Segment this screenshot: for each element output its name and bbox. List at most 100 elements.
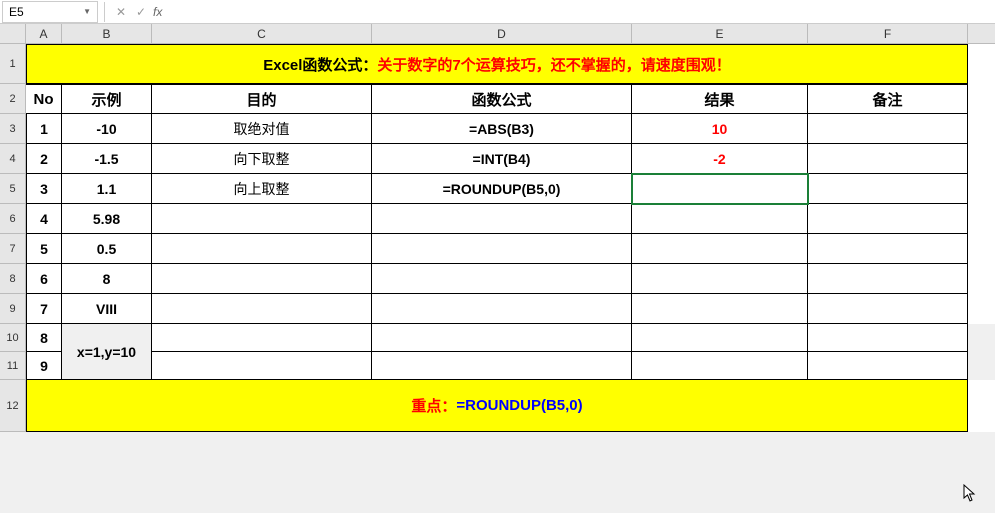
cell-b4[interactable]: -1.5 (62, 144, 152, 174)
cell-d7[interactable] (372, 234, 632, 264)
header-no[interactable]: No (26, 84, 62, 114)
cell-a3[interactable]: 1 (26, 114, 62, 144)
cell-e11[interactable] (632, 352, 808, 380)
row-header-11[interactable]: 11 (0, 352, 26, 380)
cell-f11[interactable] (808, 352, 968, 380)
header-purpose[interactable]: 目的 (152, 84, 372, 114)
cell-e6[interactable] (632, 204, 808, 234)
header-result[interactable]: 结果 (632, 84, 808, 114)
cell-d4[interactable]: =INT(B4) (372, 144, 632, 174)
title-body: 关于数字的7个运算技巧，还不掌握的，请速度围观！ (377, 54, 730, 75)
cell-c9[interactable] (152, 294, 372, 324)
cell-e9[interactable] (632, 294, 808, 324)
cell-d9[interactable] (372, 294, 632, 324)
grid-row: 5 3 1.1 向上取整 =ROUNDUP(B5,0) (0, 174, 995, 204)
cell-c10[interactable] (152, 324, 372, 352)
grid-row: 7 5 0.5 (0, 234, 995, 264)
row-header-12[interactable]: 12 (0, 380, 26, 432)
header-example[interactable]: 示例 (62, 84, 152, 114)
cell-a5[interactable]: 3 (26, 174, 62, 204)
cell-d8[interactable] (372, 264, 632, 294)
grid-row: 12 重点： =ROUNDUP(B5,0) (0, 380, 995, 432)
grid-row: 3 1 -10 取绝对值 =ABS(B3) 10 (0, 114, 995, 144)
cursor-icon (963, 484, 977, 507)
footer-value: =ROUNDUP(B5,0) (456, 397, 582, 414)
cell-e3[interactable]: 10 (632, 114, 808, 144)
cell-f10[interactable] (808, 324, 968, 352)
cell-f4[interactable] (808, 144, 968, 174)
cell-a11[interactable]: 9 (26, 352, 62, 380)
row-header-9[interactable]: 9 (0, 294, 26, 324)
cell-b5[interactable]: 1.1 (62, 174, 152, 204)
footer-label: 重点： (411, 395, 456, 416)
cell-f9[interactable] (808, 294, 968, 324)
cell-d3[interactable]: =ABS(B3) (372, 114, 632, 144)
cell-c4[interactable]: 向下取整 (152, 144, 372, 174)
cell-d5[interactable]: =ROUNDUP(B5,0) (372, 174, 632, 204)
cell-e8[interactable] (632, 264, 808, 294)
cell-e10[interactable] (632, 324, 808, 352)
cell-e7[interactable] (632, 234, 808, 264)
col-header-c[interactable]: C (152, 24, 372, 43)
cell-c5[interactable]: 向上取整 (152, 174, 372, 204)
cell-a6[interactable]: 4 (26, 204, 62, 234)
row-header-6[interactable]: 6 (0, 204, 26, 234)
cell-c8[interactable] (152, 264, 372, 294)
cell-d6[interactable] (372, 204, 632, 234)
cell-d10[interactable] (372, 324, 632, 352)
name-box-dropdown-icon[interactable]: ▼ (83, 7, 91, 16)
cell-c11[interactable] (152, 352, 372, 380)
row-header-7[interactable]: 7 (0, 234, 26, 264)
select-all-corner[interactable] (0, 24, 26, 43)
cell-f5[interactable] (808, 174, 968, 204)
cell-c6[interactable] (152, 204, 372, 234)
cell-b10-b11-merged[interactable]: x=1,y=10 (62, 324, 152, 380)
cell-a7[interactable]: 5 (26, 234, 62, 264)
row-header-10[interactable]: 10 (0, 324, 26, 352)
name-box-value: E5 (9, 5, 24, 19)
row-header-3[interactable]: 3 (0, 114, 26, 144)
cell-c3[interactable]: 取绝对值 (152, 114, 372, 144)
row-header-5[interactable]: 5 (0, 174, 26, 204)
col-header-d[interactable]: D (372, 24, 632, 43)
row-header-1[interactable]: 1 (0, 44, 26, 84)
cell-a4[interactable]: 2 (26, 144, 62, 174)
row-header-2[interactable]: 2 (0, 84, 26, 114)
grid-row: 2 No 示例 目的 函数公式 结果 备注 (0, 84, 995, 114)
title-cell[interactable]: Excel函数公式： 关于数字的7个运算技巧，还不掌握的，请速度围观！ (26, 44, 968, 84)
cell-a10[interactable]: 8 (26, 324, 62, 352)
grid-row: 6 4 5.98 (0, 204, 995, 234)
cell-c7[interactable] (152, 234, 372, 264)
confirm-icon[interactable]: ✓ (131, 2, 151, 22)
cell-b3[interactable]: -10 (62, 114, 152, 144)
cancel-icon[interactable]: ✕ (111, 2, 131, 22)
cell-f8[interactable] (808, 264, 968, 294)
cell-b6[interactable]: 5.98 (62, 204, 152, 234)
name-box[interactable]: E5 ▼ (2, 1, 98, 23)
col-header-f[interactable]: F (808, 24, 968, 43)
col-header-a[interactable]: A (26, 24, 62, 43)
col-header-b[interactable]: B (62, 24, 152, 43)
row-header-8[interactable]: 8 (0, 264, 26, 294)
cell-b7[interactable]: 0.5 (62, 234, 152, 264)
footer-cell[interactable]: 重点： =ROUNDUP(B5,0) (26, 380, 968, 432)
grid-row: 1 Excel函数公式： 关于数字的7个运算技巧，还不掌握的，请速度围观！ (0, 44, 995, 84)
formula-input[interactable] (168, 1, 995, 23)
title-prefix: Excel函数公式： (263, 54, 377, 75)
cell-e5[interactable] (632, 174, 808, 204)
cell-f6[interactable] (808, 204, 968, 234)
cell-d11[interactable] (372, 352, 632, 380)
grid-row: 9 7 VIII (0, 294, 995, 324)
col-header-e[interactable]: E (632, 24, 808, 43)
cell-b9[interactable]: VIII (62, 294, 152, 324)
cell-a9[interactable]: 7 (26, 294, 62, 324)
cell-a8[interactable]: 6 (26, 264, 62, 294)
cell-f7[interactable] (808, 234, 968, 264)
header-note[interactable]: 备注 (808, 84, 968, 114)
cell-e4[interactable]: -2 (632, 144, 808, 174)
cell-f3[interactable] (808, 114, 968, 144)
fx-icon[interactable]: fx (153, 5, 162, 19)
cell-b8[interactable]: 8 (62, 264, 152, 294)
row-header-4[interactable]: 4 (0, 144, 26, 174)
header-formula[interactable]: 函数公式 (372, 84, 632, 114)
